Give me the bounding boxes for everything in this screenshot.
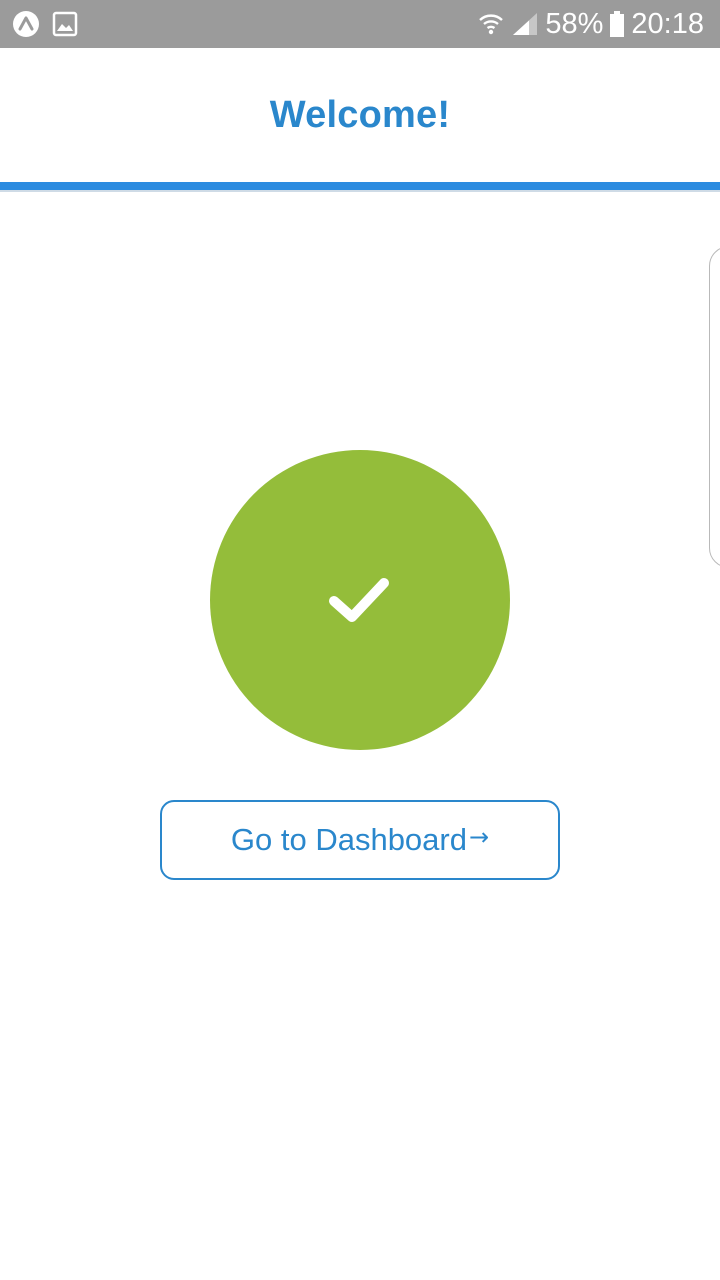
- clock: 20:18: [631, 8, 704, 40]
- side-drawer-edge[interactable]: [709, 246, 720, 568]
- arrow-right-icon: →: [468, 823, 490, 851]
- wifi-icon: [477, 11, 505, 37]
- status-bar-right: 58% 20:18: [477, 0, 704, 48]
- battery-icon: [609, 10, 625, 38]
- go-to-dashboard-label: Go to Dashboard: [230, 822, 467, 857]
- app-logo-icon: [12, 10, 40, 38]
- page-title: Welcome!: [269, 93, 451, 136]
- checkmark-icon: [320, 565, 400, 635]
- status-bar-left: [12, 10, 78, 38]
- header: Welcome!: [0, 48, 720, 182]
- header-divider: [0, 182, 720, 190]
- go-to-dashboard-button[interactable]: Go to Dashboard →: [160, 800, 560, 880]
- header-divider-shadow: [0, 190, 720, 192]
- status-bar: 58% 20:18: [0, 0, 720, 48]
- image-icon: [52, 11, 78, 37]
- battery-percentage: 58%: [545, 8, 604, 40]
- signal-icon: [511, 11, 539, 37]
- success-indicator: [210, 450, 510, 750]
